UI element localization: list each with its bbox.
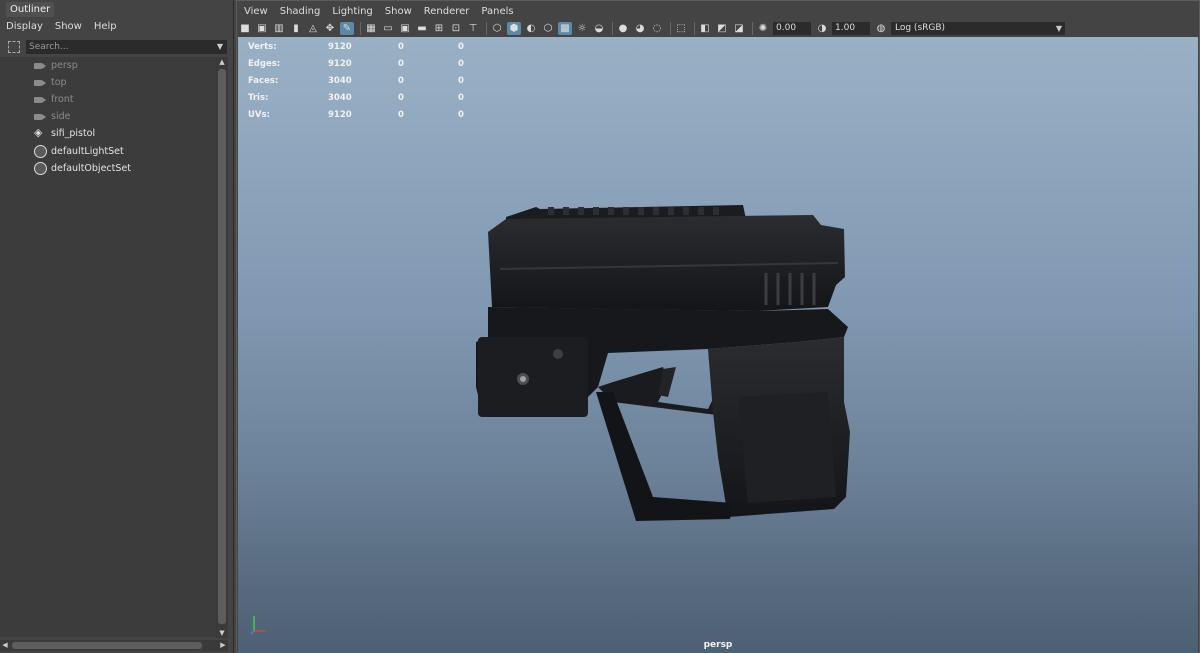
search-input[interactable] (26, 40, 215, 54)
toolbar-divider (670, 22, 671, 35)
outliner-item-side[interactable]: side (34, 108, 70, 125)
scroll-up-arrow-icon[interactable]: ▲ (216, 57, 228, 67)
menu-show[interactable]: Show (379, 3, 418, 20)
outliner-item-label: persp (51, 60, 78, 71)
isolate-select-icon[interactable]: ⬚ (674, 22, 688, 35)
wireframe-icon[interactable]: ⬡ (490, 22, 504, 35)
outliner-panel: Outliner Display Show Help ▼ persp top f… (0, 0, 234, 653)
scroll-down-arrow-icon[interactable]: ▼ (216, 628, 228, 638)
film-gate-icon[interactable]: ▭ (381, 22, 395, 35)
menu-renderer[interactable]: Renderer (418, 3, 476, 20)
toolbar-divider (752, 22, 753, 35)
camera-icon (34, 61, 47, 71)
scroll-left-arrow-icon[interactable]: ◀ (0, 640, 10, 651)
vertical-scroll-thumb[interactable] (218, 69, 226, 624)
grid-icon[interactable]: ▦ (364, 22, 378, 35)
toolbar-divider (486, 22, 487, 35)
menu-lighting[interactable]: Lighting (326, 3, 378, 20)
camera-icon (34, 95, 47, 105)
outliner-tab[interactable]: Outliner (6, 2, 55, 17)
menu-panels[interactable]: Panels (475, 3, 519, 20)
outliner-item-label: defaultLightSet (51, 146, 124, 157)
chevron-down-icon: ▼ (1055, 24, 1062, 33)
outliner-item-label: top (51, 77, 67, 88)
grease-pencil-icon[interactable]: ✎ (340, 22, 354, 35)
menu-display[interactable]: Display (0, 18, 49, 35)
motion-blur-icon[interactable]: ◕ (633, 22, 647, 35)
safe-title-icon[interactable]: ⊤ (466, 22, 480, 35)
color-space-dropdown[interactable]: Log (sRGB) ▼ (891, 22, 1065, 35)
menu-view[interactable]: View (238, 3, 274, 20)
camera-icon (34, 78, 47, 88)
outliner-item-top[interactable]: top (34, 74, 67, 91)
search-options-dropdown-icon[interactable]: ▼ (213, 40, 227, 54)
bookmarks-icon[interactable]: ▥ (272, 22, 286, 35)
menu-help[interactable]: Help (88, 18, 123, 35)
color-management-icon[interactable]: ◍ (874, 22, 888, 35)
toolbar-divider (612, 22, 613, 35)
color-space-value: Log (sRGB) (895, 23, 946, 33)
screen-space-ao-icon[interactable]: ● (616, 22, 630, 35)
camera-attributes-icon[interactable]: ▣ (255, 22, 269, 35)
set-icon (34, 162, 47, 175)
outliner-search-row: ▼ (0, 39, 233, 56)
horizontal-scroll-thumb[interactable] (12, 642, 202, 649)
two-d-pan-zoom-icon[interactable]: ✥ (323, 22, 337, 35)
use-all-lights-icon[interactable]: ☼ (575, 22, 589, 35)
toolbar-divider (694, 22, 695, 35)
anti-aliasing-icon[interactable]: ◌ (650, 22, 664, 35)
panel-menubar: View Shading Lighting Show Renderer Pane… (238, 3, 520, 20)
gate-mask-icon[interactable]: ▬ (415, 22, 429, 35)
camera-name-label: persp (703, 640, 733, 650)
set-icon (34, 145, 47, 158)
scroll-right-arrow-icon[interactable]: ▶ (218, 640, 228, 651)
outliner-menubar: Display Show Help (0, 18, 233, 35)
exposure-icon[interactable]: ✺ (756, 22, 770, 35)
menu-shading[interactable]: Shading (274, 3, 327, 20)
mesh-icon (34, 126, 47, 139)
default-material-icon[interactable]: ◐ (524, 22, 538, 35)
sifi-pistol-model[interactable] (238, 37, 1198, 617)
xray-joints-icon[interactable]: ◩ (715, 22, 729, 35)
outliner-item-sifi-pistol[interactable]: sifi_pistol (34, 125, 95, 142)
xray-icon[interactable]: ◧ (698, 22, 712, 35)
shadows-icon[interactable]: ◒ (592, 22, 606, 35)
outliner-item-label: side (51, 111, 71, 122)
outliner-item-label: front (51, 94, 74, 105)
gamma-field[interactable]: 1.00 (832, 22, 870, 35)
wireframe-on-shaded-icon[interactable]: ⬡ (541, 22, 555, 35)
outliner-item-default-object-set[interactable]: defaultObjectSet (34, 160, 131, 177)
3d-viewport[interactable]: Verts: 9120 0 0 Edges: 9120 0 0 Faces: 3… (238, 37, 1198, 653)
axis-gizmo-icon (250, 616, 265, 635)
field-chart-icon[interactable]: ⊞ (432, 22, 446, 35)
exposure-field[interactable]: 0.00 (773, 22, 811, 35)
resolution-gate-icon[interactable]: ▣ (398, 22, 412, 35)
panel-toolbar: ■ ▣ ▥ ▮ ◬ ✥ ✎ ▦ ▭ ▣ ▬ ⊞ ⊡ ⊤ ⬡ ⬢ ◐ ⬡ ▩ ☼ … (238, 20, 1198, 37)
camera-icon (34, 112, 47, 122)
outliner-list: persp top front side sifi_pistol default… (0, 57, 216, 637)
xray-components-icon[interactable]: ◪ (732, 22, 746, 35)
outliner-item-front[interactable]: front (34, 91, 74, 108)
smooth-shade-icon[interactable]: ⬢ (507, 22, 521, 35)
outliner-vertical-scrollbar[interactable]: ▲ ▼ (216, 57, 228, 638)
select-camera-icon[interactable]: ■ (238, 22, 252, 35)
safe-action-icon[interactable]: ⊡ (449, 22, 463, 35)
menu-show[interactable]: Show (49, 18, 88, 35)
outliner-horizontal-scrollbar[interactable]: ◀ ▶ (0, 640, 228, 651)
filter-icon[interactable] (8, 41, 20, 53)
viewport-panel: View Shading Lighting Show Renderer Pane… (236, 0, 1200, 653)
outliner-item-label: defaultObjectSet (51, 163, 131, 174)
image-plane-icon[interactable]: ◬ (306, 22, 320, 35)
outliner-item-persp[interactable]: persp (34, 57, 78, 74)
bookmark-icon[interactable]: ▮ (289, 22, 303, 35)
outliner-item-default-light-set[interactable]: defaultLightSet (34, 143, 124, 160)
toolbar-divider (360, 22, 361, 35)
gamma-icon[interactable]: ◑ (815, 22, 829, 35)
textured-icon[interactable]: ▩ (558, 22, 572, 35)
outliner-item-label: sifi_pistol (51, 128, 96, 139)
